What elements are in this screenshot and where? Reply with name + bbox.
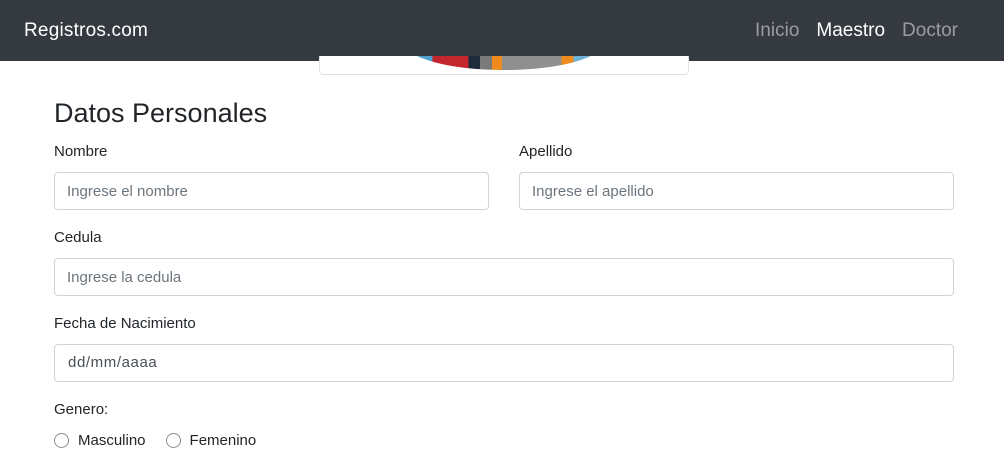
radio-label-masculino: Masculino [78, 432, 146, 449]
top-navbar: Registros.com Inicio Maestro Doctor [0, 0, 1004, 61]
radio-label-femenino: Femenino [189, 432, 257, 449]
genero-radio-group: Masculino Femenino [54, 432, 276, 449]
cedula-input[interactable] [54, 258, 954, 296]
date-placeholder: dd/mm/aaaa [68, 354, 158, 371]
nav-link-doctor[interactable]: Doctor [902, 20, 958, 42]
nav-link-maestro[interactable]: Maestro [816, 20, 885, 42]
nombre-input[interactable] [54, 172, 489, 210]
nav-link-inicio[interactable]: Inicio [755, 20, 799, 42]
radio-option-masculino[interactable]: Masculino [54, 432, 146, 449]
profile-image-card [319, 56, 689, 75]
radio-option-femenino[interactable]: Femenino [165, 432, 257, 449]
brand-logo[interactable]: Registros.com [24, 20, 148, 42]
nombre-label: Nombre [54, 143, 108, 160]
nav-links: Inicio Maestro Doctor [755, 20, 958, 42]
apellido-label: Apellido [519, 143, 573, 160]
radio-femenino[interactable] [165, 433, 181, 448]
profile-image [405, 56, 603, 70]
genero-label: Genero: [54, 401, 109, 418]
apellido-input[interactable] [519, 172, 954, 210]
fecha-nacimiento-label: Fecha de Nacimiento [54, 315, 196, 332]
fecha-nacimiento-input[interactable]: dd/mm/aaaa [54, 344, 954, 382]
section-title: Datos Personales [54, 98, 268, 128]
cedula-label: Cedula [54, 229, 102, 246]
radio-masculino[interactable] [54, 433, 69, 448]
